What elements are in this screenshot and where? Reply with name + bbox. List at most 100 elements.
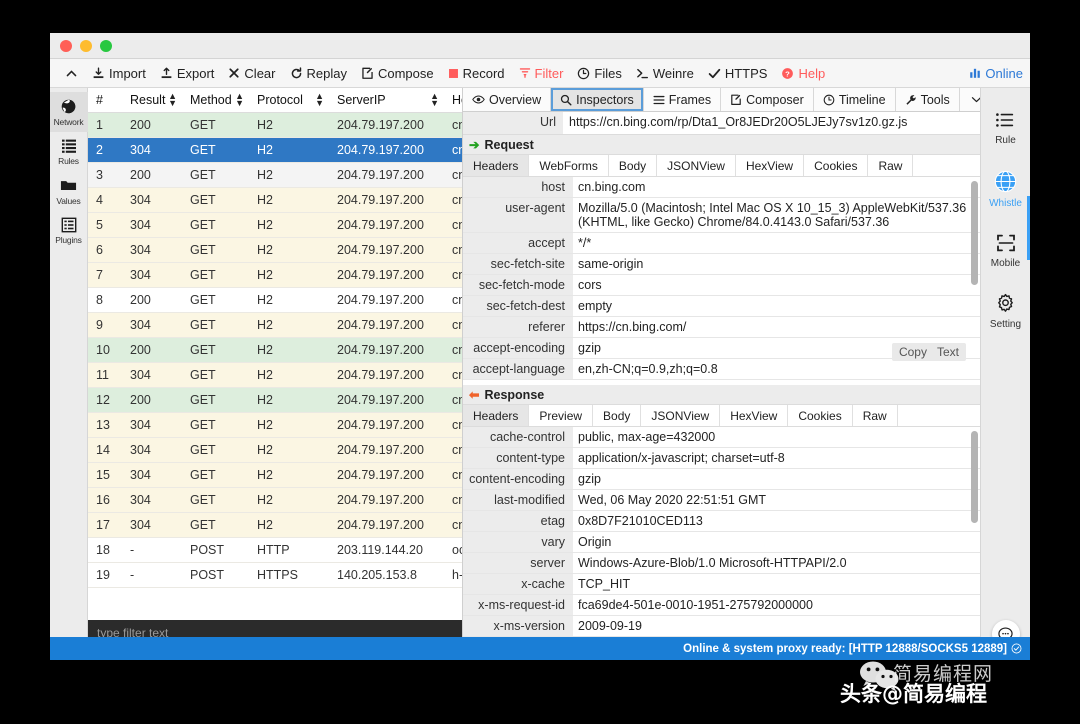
table-row[interactable]: 15304GETH2204.79.197.200cn <box>88 462 462 488</box>
response-header-value[interactable]: Windows-Azure-Blob/1.0 Microsoft-HTTPAPI… <box>573 552 980 574</box>
sidebar-item-network[interactable]: Network <box>50 92 88 132</box>
rightrail-item-mobile[interactable]: Mobile <box>991 221 1020 281</box>
response-subtab-raw[interactable]: Raw <box>853 405 898 426</box>
response-scrollbar-thumb[interactable] <box>971 431 978 523</box>
response-header-value[interactable]: TCP_HIT <box>573 573 980 595</box>
table-row[interactable]: 1200GETH2204.79.197.200cn <box>88 112 462 138</box>
response-subtab-jsonview[interactable]: JSONView <box>641 405 721 426</box>
response-header-value[interactable]: 0x8D7F21010CED113 <box>573 510 980 532</box>
text-button[interactable]: Text <box>937 345 959 359</box>
sidebar-item-rules[interactable]: Rules <box>50 132 88 171</box>
table-row[interactable]: 11304GETH2204.79.197.200cn <box>88 362 462 388</box>
help-button[interactable]: ? Help <box>774 59 832 87</box>
sort-icon[interactable]: ▲ ▼ <box>168 92 177 108</box>
column-header-method[interactable]: Method ▲ ▼ <box>182 88 249 113</box>
replay-button[interactable]: Replay <box>283 59 354 87</box>
clear-button[interactable]: Clear <box>221 59 282 87</box>
request-header-value[interactable]: cors <box>573 274 980 296</box>
zoom-window-button[interactable] <box>100 39 112 52</box>
response-subtab-hexview[interactable]: HexView <box>720 405 789 426</box>
filter-button[interactable]: Filter <box>512 59 571 87</box>
tab-overview[interactable]: Overview <box>463 88 552 111</box>
compose-button[interactable]: Compose <box>354 59 441 87</box>
column-header-host[interactable]: Ho <box>444 88 462 113</box>
tab-inspectors[interactable]: Inspectors <box>551 88 644 111</box>
request-subtab-hexview[interactable]: HexView <box>736 155 805 176</box>
response-header-value[interactable]: Wed, 06 May 2020 22:51:51 GMT <box>573 489 980 511</box>
tab-composer[interactable]: Composer <box>721 88 814 111</box>
request-header-value[interactable]: same-origin <box>573 253 980 275</box>
request-subtab-webforms[interactable]: WebForms <box>529 155 609 176</box>
sort-icon[interactable]: ▲ ▼ <box>315 92 324 108</box>
response-header-value[interactable]: application/x-javascript; charset=utf-8 <box>573 447 980 469</box>
response-subtab-body[interactable]: Body <box>593 405 642 426</box>
request-subtab-cookies[interactable]: Cookies <box>804 155 869 176</box>
response-header-value[interactable]: public, max-age=432000 <box>573 427 980 448</box>
collapse-toolbar-button[interactable] <box>58 59 85 87</box>
export-button[interactable]: Export <box>153 59 222 87</box>
sidebar-item-values[interactable]: Values <box>50 171 88 211</box>
response-subtab-preview[interactable]: Preview <box>529 405 594 426</box>
https-button[interactable]: HTTPS <box>701 59 775 87</box>
request-subtab-headers[interactable]: Headers <box>463 155 530 176</box>
table-row[interactable]: 19-POSTHTTPS140.205.153.8h-a <box>88 562 462 588</box>
files-button[interactable]: Files <box>570 59 628 87</box>
request-header-value[interactable]: https://cn.bing.com/ <box>573 316 980 338</box>
column-header-serverip[interactable]: ServerIP ▲ ▼ <box>329 88 444 113</box>
request-subtab-raw[interactable]: Raw <box>868 155 914 176</box>
response-header-value[interactable]: gzip <box>573 468 980 490</box>
rightrail-item-rule[interactable]: Rule <box>995 98 1016 158</box>
tab-tools[interactable]: Tools <box>895 88 960 111</box>
table-row[interactable]: 2304GETH2204.79.197.200cn <box>88 137 462 163</box>
tab-timeline[interactable]: Timeline <box>813 88 896 111</box>
request-headers-list[interactable]: host cn.bing.com user-agent Mozilla/5.0 (Ma… <box>463 177 980 385</box>
response-subtab-headers[interactable]: Headers <box>463 405 530 426</box>
copy-button[interactable]: Copy <box>899 345 927 359</box>
cell-protocol: H2 <box>249 212 329 238</box>
weinre-button[interactable]: Weinre <box>629 59 701 87</box>
sort-icon[interactable]: ▲ ▼ <box>235 92 244 108</box>
response-header-value[interactable]: Origin <box>573 531 980 553</box>
request-subtab-body[interactable]: Body <box>609 155 658 176</box>
response-subtab-cookies[interactable]: Cookies <box>788 405 853 426</box>
request-header-value[interactable]: cn.bing.com <box>573 177 980 198</box>
column-header-protocol[interactable]: Protocol ▲ ▼ <box>249 88 329 113</box>
table-row[interactable]: 17304GETH2204.79.197.200cn <box>88 512 462 538</box>
table-row[interactable]: 8200GETH2204.79.197.200cn <box>88 287 462 313</box>
table-row[interactable]: 4304GETH2204.79.197.200cn <box>88 187 462 213</box>
request-header-value[interactable]: empty <box>573 295 980 317</box>
request-header-value[interactable]: */* <box>573 232 980 254</box>
record-button[interactable]: Record <box>441 59 512 87</box>
sort-icon[interactable]: ▲ ▼ <box>430 92 439 108</box>
table-row[interactable]: 7304GETH2204.79.197.200cn <box>88 262 462 288</box>
request-header-value[interactable]: en,zh-CN;q=0.9,zh;q=0.8 <box>573 358 980 380</box>
column-header-index[interactable]: # <box>88 88 122 113</box>
table-row[interactable]: 10200GETH2204.79.197.200cn <box>88 337 462 363</box>
table-row[interactable]: 9304GETH2204.79.197.200cn <box>88 312 462 338</box>
request-scrollbar-thumb[interactable] <box>971 181 978 285</box>
import-button[interactable]: Import <box>85 59 153 87</box>
sidebar-item-plugins[interactable]: Plugins <box>50 211 88 250</box>
table-row[interactable]: 5304GETH2204.79.197.200cn <box>88 212 462 238</box>
table-row[interactable]: 14304GETH2204.79.197.200cn <box>88 437 462 463</box>
response-header-value[interactable]: fca69de4-501e-0010-1951-275792000000 <box>573 594 980 616</box>
minimize-window-button[interactable] <box>80 39 92 52</box>
table-row[interactable]: 3200GETH2204.79.197.200cn <box>88 162 462 188</box>
table-row[interactable]: 6304GETH2204.79.197.200cn <box>88 237 462 263</box>
table-row[interactable]: 12200GETH2204.79.197.200cn <box>88 387 462 413</box>
rightrail-item-setting[interactable]: Setting <box>990 281 1021 342</box>
network-grid[interactable]: # Result ▲ ▼ Method ▲ ▼ Protocol ▲ ▼ ServerIP ▲… <box>88 88 462 620</box>
close-window-button[interactable] <box>60 39 72 52</box>
online-button[interactable]: Online <box>962 59 1030 87</box>
request-subtab-jsonview[interactable]: JSONView <box>657 155 736 176</box>
column-header-result[interactable]: Result ▲ ▼ <box>122 88 182 113</box>
response-header-value[interactable]: 2009-09-19 <box>573 615 980 637</box>
table-row[interactable]: 13304GETH2204.79.197.200cn <box>88 412 462 438</box>
tab-frames[interactable]: Frames <box>643 88 722 111</box>
table-row[interactable]: 18-POSTHTTP203.119.144.20oc <box>88 537 462 563</box>
request-header-value[interactable]: Mozilla/5.0 (Macintosh; Intel Mac OS X 1… <box>573 197 980 233</box>
response-headers-list[interactable]: cache-control public, max-age=432000 conte… <box>463 427 980 660</box>
url-value[interactable]: https://cn.bing.com/rp/Dta1_Or8JEDr20O5L… <box>563 112 980 134</box>
table-row[interactable]: 16304GETH2204.79.197.200cn <box>88 487 462 513</box>
rightrail-item-whistle[interactable]: Whistle <box>989 158 1022 221</box>
